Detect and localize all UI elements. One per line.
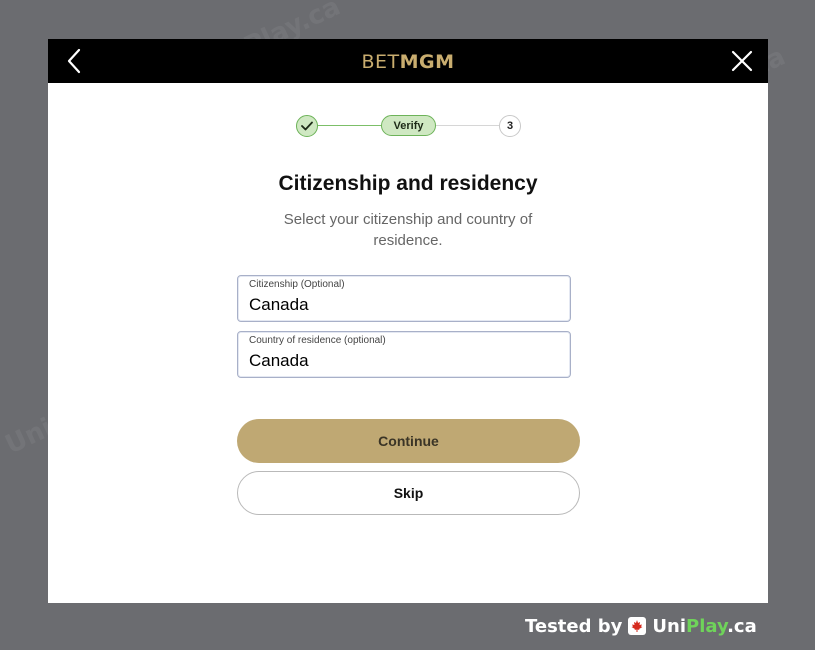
step-current-verify: Verify xyxy=(381,115,436,136)
betmgm-logo: BETMGM xyxy=(361,51,455,73)
residence-field[interactable]: Country of residence (optional) Canada xyxy=(237,331,571,378)
modal-header: BETMGM xyxy=(48,39,768,83)
citizenship-field[interactable]: Citizenship (Optional) Canada xyxy=(237,275,571,322)
uniplay-logo: UniPlay.ca xyxy=(652,615,757,637)
citizenship-label: Citizenship (Optional) xyxy=(249,279,345,290)
close-icon xyxy=(731,50,753,72)
skip-button[interactable]: Skip xyxy=(237,471,580,515)
step-completed xyxy=(296,115,318,137)
checkmark-icon xyxy=(301,121,313,131)
tested-by-label: Tested by xyxy=(525,615,623,637)
residence-value[interactable]: Canada xyxy=(249,351,549,371)
tested-by-badge: Tested by UniPlay.ca xyxy=(525,615,757,637)
citizenship-value[interactable]: Canada xyxy=(249,295,549,315)
close-button[interactable] xyxy=(728,47,756,75)
step-connector xyxy=(435,125,499,126)
page-title: Citizenship and residency xyxy=(278,172,538,195)
registration-modal: BETMGM Verify 3 Citizenship and residenc… xyxy=(48,39,768,603)
step-next: 3 xyxy=(499,115,521,137)
step-connector xyxy=(317,125,381,126)
page-subtitle: Select your citizenship and country of r… xyxy=(283,211,533,249)
continue-button[interactable]: Continue xyxy=(237,419,580,463)
maple-leaf-icon xyxy=(628,617,647,635)
residence-label: Country of residence (optional) xyxy=(249,335,386,346)
